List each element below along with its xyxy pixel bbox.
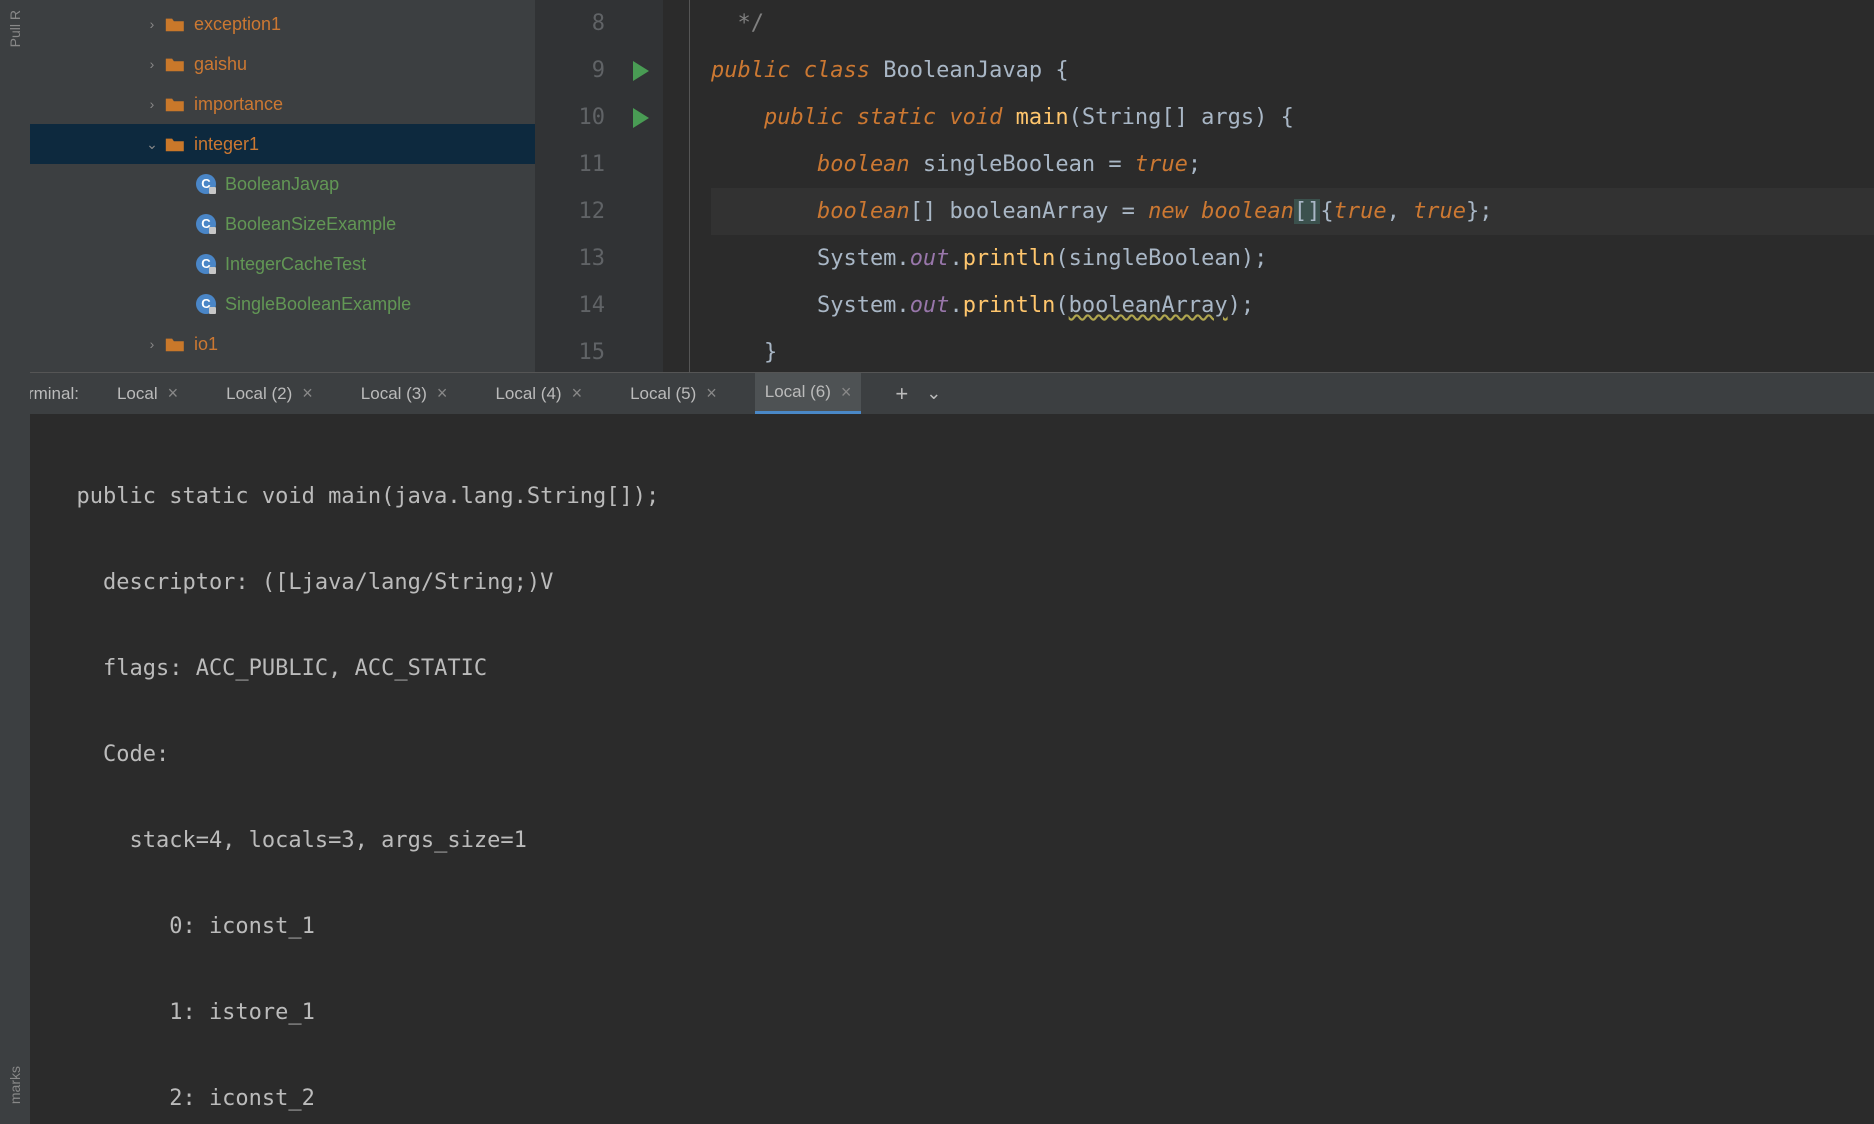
close-icon[interactable]: × [572, 383, 583, 404]
line-number[interactable]: 8 [535, 0, 605, 47]
tree-folder-importance[interactable]: › importance [30, 84, 535, 124]
code-line-current: boolean[] booleanArray = new boolean[]{t… [711, 188, 1874, 235]
close-icon[interactable]: × [168, 383, 179, 404]
chevron-right-icon[interactable]: › [140, 56, 164, 72]
project-tree[interactable]: › exception1 › gaishu › importance ⌄ int… [30, 0, 535, 372]
close-icon[interactable]: × [841, 382, 852, 403]
code-line: public class BooleanJavap { [711, 47, 1874, 94]
terminal-tab-local-6[interactable]: Local (6)× [755, 373, 862, 414]
tree-class-integercachetest[interactable]: C IntegerCacheTest [30, 244, 535, 284]
chevron-down-icon[interactable]: ⌄ [926, 383, 941, 404]
close-icon[interactable]: × [302, 383, 313, 404]
terminal-tab-local-2[interactable]: Local (2)× [216, 373, 323, 414]
tree-class-booleansizeexample[interactable]: C BooleanSizeExample [30, 204, 535, 244]
code-line: } [711, 329, 1874, 376]
tree-folder-integer1[interactable]: ⌄ integer1 [30, 124, 535, 164]
line-number[interactable]: 15 [535, 329, 605, 376]
terminal-line: 2: iconst_2 [50, 1077, 1874, 1120]
code-line: */ [711, 0, 1874, 47]
tree-folder-io1[interactable]: › io1 [30, 324, 535, 364]
rail-pull-requests[interactable]: Pull R [7, 10, 23, 47]
class-icon: C [195, 213, 217, 235]
tree-label: exception1 [194, 14, 281, 35]
tree-label: integer1 [194, 134, 259, 155]
folder-icon [164, 335, 186, 353]
tree-folder-gaishu[interactable]: › gaishu [30, 44, 535, 84]
line-number[interactable]: 14 [535, 282, 605, 329]
line-number[interactable]: 12 [535, 188, 605, 235]
editor-area: Pull R › exception1 › gaishu › importanc… [0, 0, 1874, 372]
terminal-tab-local-5[interactable]: Local (5)× [620, 373, 727, 414]
line-number[interactable]: 11 [535, 141, 605, 188]
folder-icon [164, 135, 186, 153]
line-number[interactable]: 13 [535, 235, 605, 282]
terminal-line: 0: iconst_1 [50, 905, 1874, 948]
terminal-line: public static void main(java.lang.String… [50, 475, 1874, 518]
chevron-right-icon[interactable]: › [140, 336, 164, 352]
class-icon: C [195, 253, 217, 275]
terminal-line: Code: [50, 733, 1874, 776]
editor-gutter[interactable]: 8 9 10 11 12 13 14 15 [535, 0, 663, 372]
code-editor[interactable]: 8 9 10 11 12 13 14 15 */ public class Bo… [535, 0, 1874, 372]
terminal-line: flags: ACC_PUBLIC, ACC_STATIC [50, 647, 1874, 690]
terminal-line: descriptor: ([Ljava/lang/String;)V [50, 561, 1874, 604]
terminal-tab-local[interactable]: Local× [107, 373, 188, 414]
class-icon: C [195, 293, 217, 315]
left-rail: Pull R [0, 0, 30, 372]
class-icon: C [195, 173, 217, 195]
folder-icon [164, 15, 186, 33]
add-terminal-icon[interactable]: + [895, 381, 908, 407]
close-icon[interactable]: × [706, 383, 717, 404]
code-line: System.out.println(singleBoolean); [711, 235, 1874, 282]
tree-label: gaishu [194, 54, 247, 75]
tree-folder-jvm[interactable]: › jvm [30, 364, 535, 372]
code-content[interactable]: */ public class BooleanJavap { public st… [663, 0, 1874, 372]
line-number[interactable]: 10 [535, 94, 605, 141]
tree-label: BooleanJavap [225, 174, 339, 195]
folder-icon [164, 95, 186, 113]
tree-folder-exception1[interactable]: › exception1 [30, 4, 535, 44]
code-line: System.out.println(booleanArray); [711, 282, 1874, 329]
left-rail-bottom: marks [0, 372, 30, 1124]
close-icon[interactable]: × [437, 383, 448, 404]
terminal-tab-local-4[interactable]: Local (4)× [485, 373, 592, 414]
folder-icon [164, 55, 186, 73]
tree-class-booleanjavap[interactable]: C BooleanJavap [30, 164, 535, 204]
tree-label: SingleBooleanExample [225, 294, 411, 315]
run-gutter-icon[interactable] [633, 108, 649, 128]
terminal-tab-local-3[interactable]: Local (3)× [351, 373, 458, 414]
tree-label: importance [194, 94, 283, 115]
terminal-output[interactable]: public static void main(java.lang.String… [0, 414, 1874, 1124]
terminal-line: stack=4, locals=3, args_size=1 [50, 819, 1874, 862]
run-gutter-icon[interactable] [633, 61, 649, 81]
tree-label: io1 [194, 334, 218, 355]
line-number[interactable]: 9 [535, 47, 605, 94]
code-line: public static void main(String[] args) { [711, 94, 1874, 141]
chevron-down-icon[interactable]: ⌄ [140, 136, 164, 153]
tree-label: IntegerCacheTest [225, 254, 366, 275]
terminal-line: 1: istore_1 [50, 991, 1874, 1034]
rail-bookmarks[interactable]: marks [7, 1066, 23, 1104]
chevron-right-icon[interactable]: › [140, 16, 164, 32]
chevron-right-icon[interactable]: › [140, 96, 164, 112]
tree-class-singlebooleanexample[interactable]: C SingleBooleanExample [30, 284, 535, 324]
code-line: boolean singleBoolean = true; [711, 141, 1874, 188]
tree-label: BooleanSizeExample [225, 214, 396, 235]
terminal-tab-bar: Terminal: Local× Local (2)× Local (3)× L… [0, 372, 1874, 414]
